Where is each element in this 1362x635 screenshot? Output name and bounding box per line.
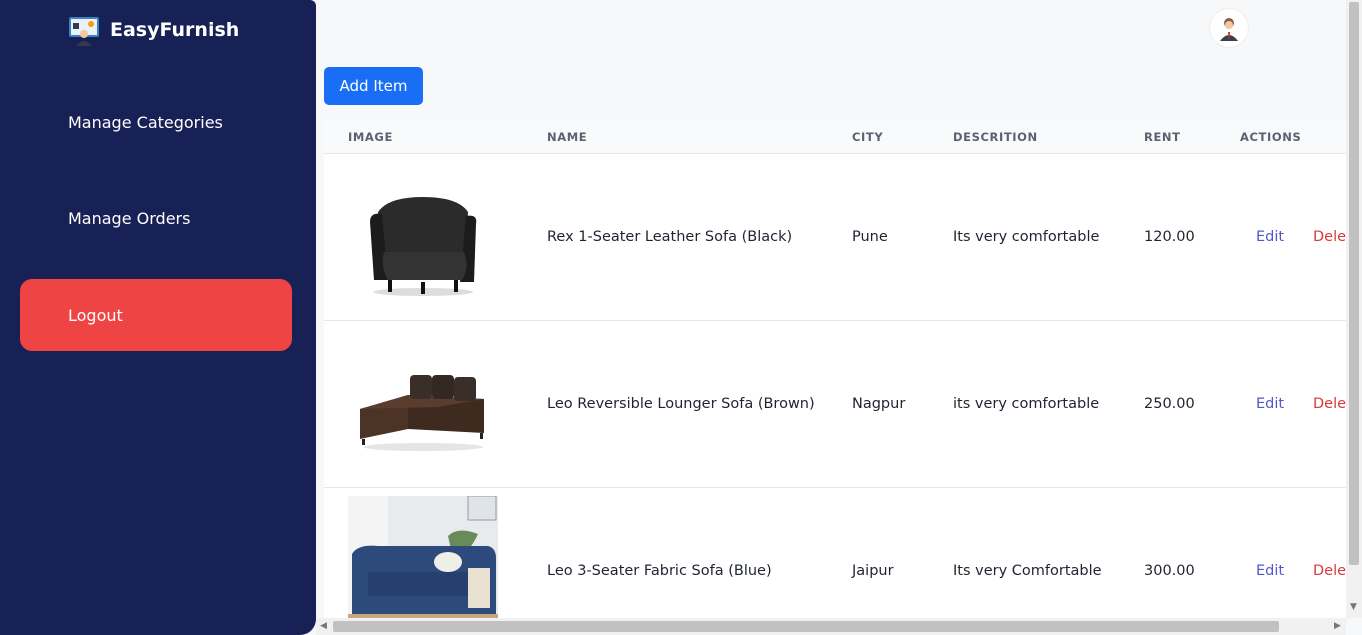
column-header-city: CITY bbox=[852, 130, 884, 144]
product-image-brown-lounger-sofa bbox=[360, 375, 484, 451]
table-row: Rex 1-Seater Leather Sofa (Black) Pune I… bbox=[324, 154, 1346, 321]
item-description: Its very comfortable bbox=[953, 229, 1100, 245]
table-header: IMAGE NAME CITY DESCRITION RENT ACTIONS bbox=[324, 121, 1346, 154]
item-description: Its very Comfortable bbox=[953, 563, 1102, 579]
item-city: Jaipur bbox=[852, 563, 894, 579]
user-avatar-icon[interactable] bbox=[1210, 9, 1248, 47]
delete-link[interactable]: Delete bbox=[1313, 563, 1346, 579]
item-rent: 300.00 bbox=[1144, 563, 1195, 579]
sidebar-item-label: Manage Categories bbox=[68, 112, 223, 132]
horizontal-scroll-thumb[interactable] bbox=[333, 621, 1279, 632]
scroll-left-arrow-icon[interactable]: ◀ bbox=[320, 621, 327, 631]
item-name: Leo Reversible Lounger Sofa (Brown) bbox=[547, 396, 815, 412]
admin-logo-icon bbox=[69, 17, 99, 46]
delete-link[interactable]: Delete bbox=[1313, 396, 1346, 412]
brand-name: EasyFurnish bbox=[110, 19, 240, 41]
item-name: Rex 1-Seater Leather Sofa (Black) bbox=[547, 229, 793, 245]
column-header-image: IMAGE bbox=[348, 130, 393, 144]
vertical-scrollbar[interactable]: ▼ bbox=[1346, 0, 1362, 618]
sidebar-item-label: Manage Orders bbox=[68, 208, 191, 228]
main-content: Add Item IMAGE NAME CITY DESCRITION RENT… bbox=[316, 0, 1346, 618]
logout-label: Logout bbox=[68, 305, 123, 325]
item-city: Pune bbox=[852, 229, 888, 245]
edit-link[interactable]: Edit bbox=[1256, 229, 1284, 245]
add-item-button[interactable]: Add Item bbox=[324, 67, 423, 105]
column-header-rent: RENT bbox=[1144, 130, 1181, 144]
logout-button[interactable]: Logout bbox=[20, 279, 292, 351]
vertical-scroll-thumb[interactable] bbox=[1349, 2, 1359, 565]
column-header-actions: ACTIONS bbox=[1240, 130, 1302, 144]
scroll-right-arrow-icon[interactable]: ▶ bbox=[1334, 621, 1341, 631]
table-row: Leo 3-Seater Fabric Sofa (Blue) Jaipur I… bbox=[324, 488, 1346, 618]
sidebar-item-manage-orders[interactable]: Manage Orders bbox=[20, 182, 292, 254]
item-name: Leo 3-Seater Fabric Sofa (Blue) bbox=[547, 563, 772, 579]
sidebar-item-manage-categories[interactable]: Manage Categories bbox=[20, 86, 292, 158]
scroll-down-arrow-icon[interactable]: ▼ bbox=[1350, 602, 1357, 612]
product-image-black-leather-sofa bbox=[370, 197, 477, 296]
item-description: its very comfortable bbox=[953, 396, 1100, 412]
product-image-blue-fabric-sofa bbox=[348, 496, 498, 618]
sidebar: EasyFurnish Manage Categories Manage Ord… bbox=[0, 0, 316, 635]
brand[interactable]: EasyFurnish bbox=[68, 14, 239, 46]
delete-link[interactable]: Delete bbox=[1313, 229, 1346, 245]
item-rent: 250.00 bbox=[1144, 396, 1195, 412]
edit-link[interactable]: Edit bbox=[1256, 563, 1284, 579]
horizontal-scrollbar[interactable]: ◀ ▶ bbox=[316, 618, 1346, 635]
item-city: Nagpur bbox=[852, 396, 906, 412]
column-header-name: NAME bbox=[547, 130, 588, 144]
column-header-description: DESCRITION bbox=[953, 130, 1038, 144]
table-row: Leo Reversible Lounger Sofa (Brown) Nagp… bbox=[324, 321, 1346, 488]
avatar-icon bbox=[1220, 18, 1238, 41]
item-rent: 120.00 bbox=[1144, 229, 1195, 245]
items-table: IMAGE NAME CITY DESCRITION RENT ACTIONS … bbox=[324, 121, 1346, 618]
edit-link[interactable]: Edit bbox=[1256, 396, 1284, 412]
